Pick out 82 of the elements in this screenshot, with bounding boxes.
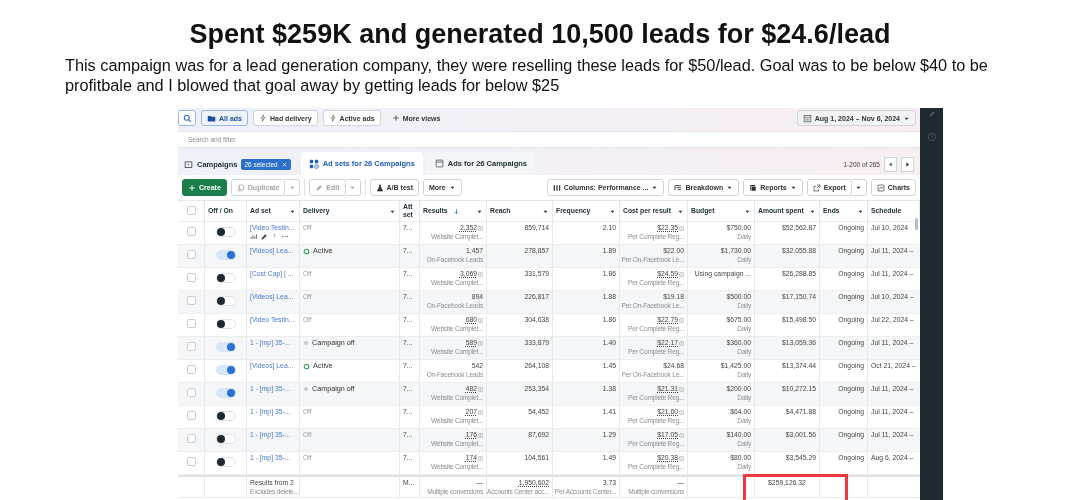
breakdown-icon xyxy=(674,183,683,192)
info-icon xyxy=(478,409,483,415)
search-icon xyxy=(182,113,192,123)
lightning-icon xyxy=(328,114,337,122)
columns-icon xyxy=(552,183,561,192)
info-icon xyxy=(679,409,684,415)
caret-icon xyxy=(448,184,456,191)
checkbox[interactable] xyxy=(186,411,196,420)
grid-icon xyxy=(308,158,319,169)
checkbox[interactable] xyxy=(186,273,196,282)
toggle-switch[interactable] xyxy=(215,457,236,467)
pencil-icon xyxy=(927,110,936,118)
info-icon xyxy=(679,271,684,277)
more-icon[interactable] xyxy=(281,233,289,240)
lightning-icon xyxy=(258,114,267,122)
toggle-switch[interactable] xyxy=(215,296,236,306)
pencil-icon xyxy=(315,183,324,192)
toggle-switch[interactable] xyxy=(215,250,236,260)
checkbox[interactable] xyxy=(186,342,196,351)
clock-icon xyxy=(926,132,937,142)
pencil-icon[interactable] xyxy=(260,232,268,241)
caret-icon xyxy=(726,184,734,191)
export-icon xyxy=(812,183,821,192)
toggle-switch[interactable] xyxy=(215,319,236,329)
info-icon xyxy=(679,317,684,323)
info-icon xyxy=(478,317,483,323)
status-ring-icon xyxy=(303,362,310,370)
toggle-switch[interactable] xyxy=(215,273,236,283)
report-icon xyxy=(749,183,758,192)
toggle-switch[interactable] xyxy=(215,388,236,398)
plus-icon xyxy=(188,183,196,192)
checkbox[interactable] xyxy=(186,365,196,374)
info-icon xyxy=(478,340,483,346)
toggle-switch[interactable] xyxy=(215,227,236,237)
caret-icon xyxy=(288,184,296,191)
info-icon xyxy=(478,432,483,438)
dropdown-button[interactable] xyxy=(851,179,867,196)
checkbox[interactable] xyxy=(186,457,196,466)
previous-page-button[interactable] xyxy=(884,156,897,172)
toggle-switch[interactable] xyxy=(215,342,236,352)
info-icon xyxy=(679,386,684,392)
plus-icon xyxy=(391,114,400,122)
status-dot-icon xyxy=(303,340,309,346)
search-button[interactable] xyxy=(178,110,196,126)
info-icon xyxy=(478,271,483,277)
checkbox[interactable] xyxy=(186,206,196,215)
headline: Spent $259K and generated 10,500 leads for $24.6/lead xyxy=(188,18,892,51)
toggle-switch[interactable] xyxy=(215,365,236,375)
info-icon xyxy=(679,432,684,438)
caret-icon xyxy=(349,184,357,191)
scrollbar-thumb[interactable] xyxy=(915,218,918,230)
bar-chart-icon[interactable] xyxy=(250,233,257,240)
info-icon xyxy=(478,386,483,392)
caret-icon xyxy=(651,184,659,191)
checkbox[interactable] xyxy=(186,250,196,259)
close-icon xyxy=(280,160,288,168)
checkbox[interactable] xyxy=(186,388,196,397)
right-arrow-icon xyxy=(904,160,911,168)
checkbox[interactable] xyxy=(186,319,196,328)
description-paragraph: This campaign was for a lead generation company, they were reselling these leads for $50/lead. Goal was to be below $40 to be profitbale and I blowed that goal away by getting leads for below $25 xyxy=(65,55,989,95)
left-arrow-icon xyxy=(887,160,894,168)
copy-icon xyxy=(236,183,245,192)
caret-icon xyxy=(855,184,863,191)
status-ring-icon xyxy=(303,247,310,255)
caret-icon xyxy=(789,184,797,191)
checkbox[interactable] xyxy=(186,296,196,305)
info-icon xyxy=(478,225,483,231)
next-page-button[interactable] xyxy=(901,156,914,172)
checkbox[interactable] xyxy=(186,227,196,236)
checkbox[interactable] xyxy=(186,434,196,443)
info-icon xyxy=(679,225,684,231)
window-icon xyxy=(434,159,444,168)
flask-icon xyxy=(375,183,384,192)
status-dot-icon xyxy=(303,386,309,392)
info-icon xyxy=(679,455,684,461)
chart-icon xyxy=(876,183,885,192)
pin-icon[interactable] xyxy=(271,233,278,240)
info-icon xyxy=(679,340,684,346)
info-icon xyxy=(478,455,483,461)
calendar-icon xyxy=(802,113,812,123)
toggle-switch[interactable] xyxy=(215,434,236,444)
toggle-switch[interactable] xyxy=(215,411,236,421)
